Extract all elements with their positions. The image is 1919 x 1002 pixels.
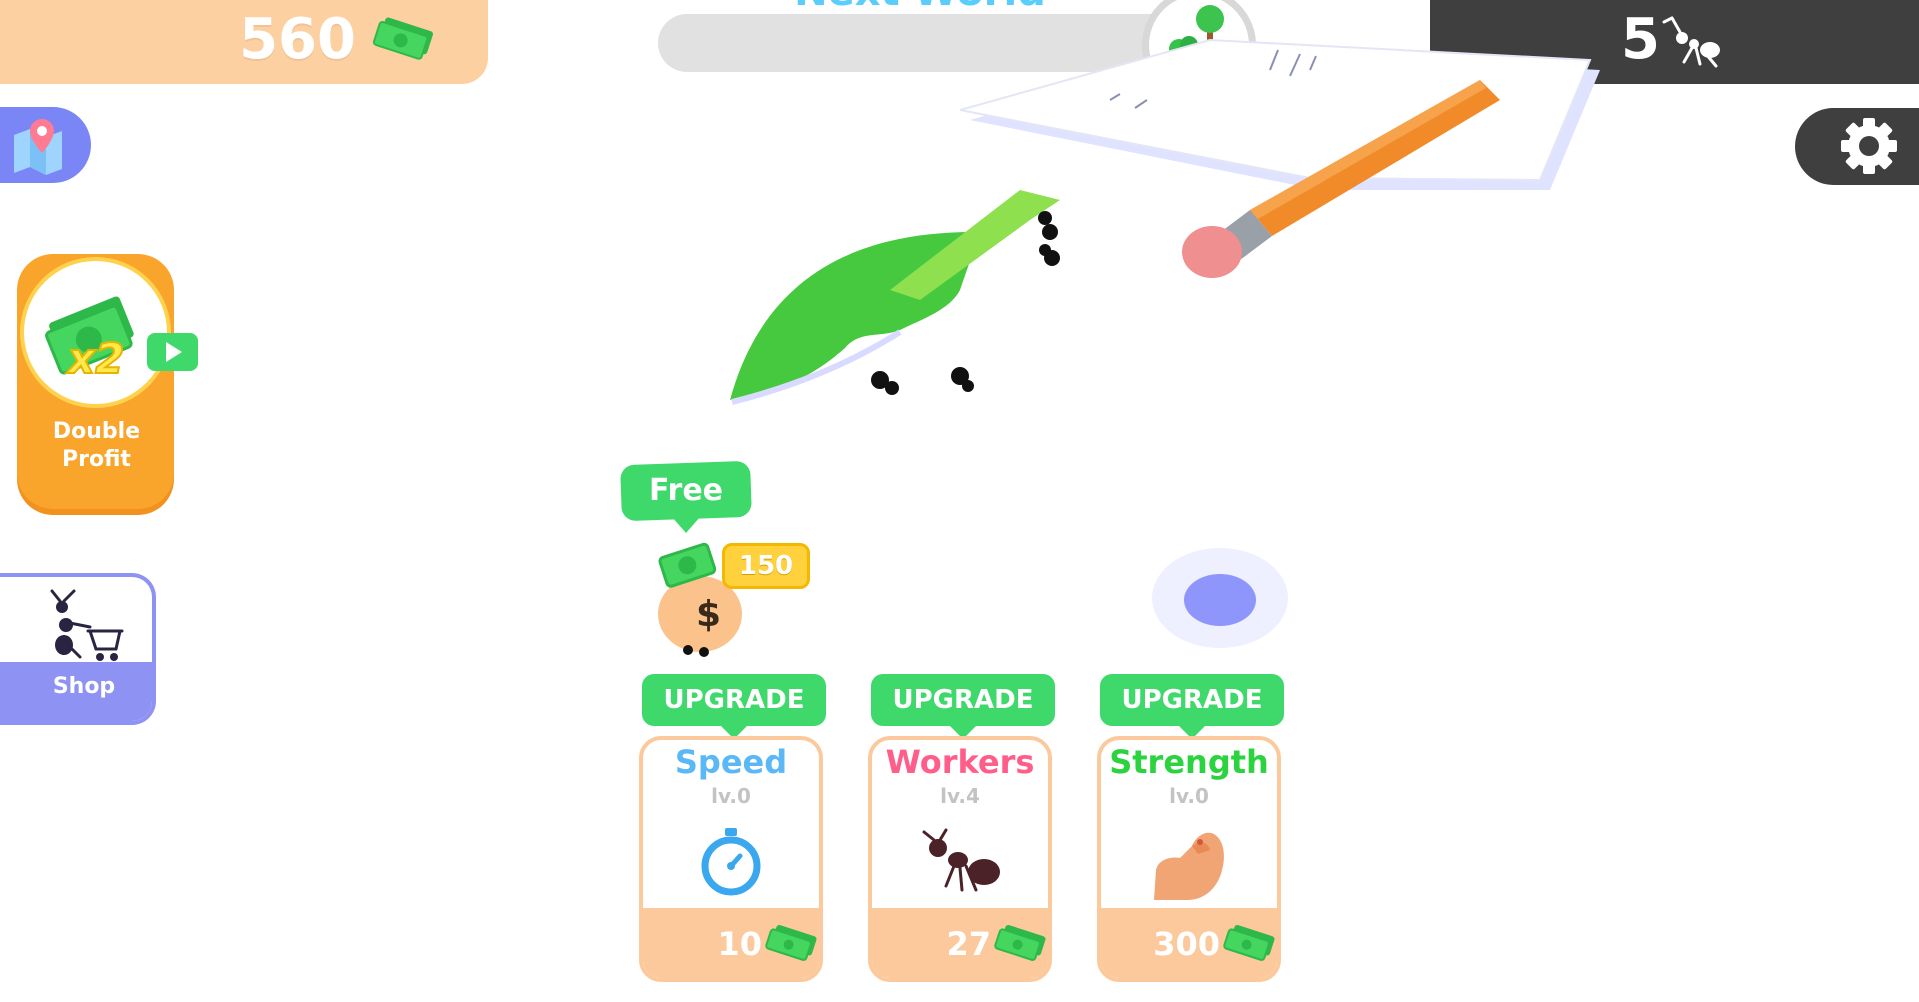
workers-price: 27 <box>946 925 991 963</box>
strength-level: lv.0 <box>1169 784 1209 808</box>
ant-cart-icon <box>50 589 124 661</box>
leaf <box>730 190 1060 405</box>
flexed-arm-icon <box>1154 832 1224 900</box>
free-label: Free <box>648 473 724 508</box>
next-world-label: Next World <box>770 0 1070 14</box>
play-icon <box>166 342 182 362</box>
svg-text:$: $ <box>696 594 721 635</box>
workers-level: lv.4 <box>940 784 980 808</box>
double-profit-multiplier: x2 <box>67 333 125 384</box>
cash-icon <box>994 924 1046 961</box>
free-bubble-pointer <box>672 517 700 533</box>
workers-upgrade-button[interactable]: UPGRADE <box>871 674 1055 726</box>
cash-icon <box>1223 924 1275 961</box>
strength-upgrade-button[interactable]: UPGRADE <box>1100 674 1284 726</box>
settings-button[interactable] <box>1795 108 1919 185</box>
pencil <box>1182 80 1500 278</box>
workers-title: Workers <box>885 743 1035 781</box>
shop-label: Shop <box>52 674 116 699</box>
speed-title: Speed <box>674 743 788 781</box>
stopwatch-icon <box>701 828 761 896</box>
ant-icon <box>922 828 1000 892</box>
gear-icon <box>1841 118 1897 174</box>
watch-ad-badge <box>147 333 198 371</box>
double-profit-label: Double Profit <box>52 419 141 472</box>
speed-upgrade-button[interactable]: UPGRADE <box>642 674 826 726</box>
speed-level: lv.0 <box>711 784 751 808</box>
strength-title: Strength <box>1109 743 1269 781</box>
cash-icon <box>765 924 817 961</box>
cash-icon <box>372 17 433 60</box>
bag-reward-value: 150 <box>738 551 794 581</box>
strength-price: 300 <box>1153 925 1220 963</box>
map-pin-icon <box>14 119 62 175</box>
speed-price: 10 <box>717 925 762 963</box>
map-button[interactable] <box>0 107 91 183</box>
money-value: 560 <box>239 7 356 72</box>
ant-hole <box>1152 548 1288 648</box>
ant-icon <box>1662 16 1720 68</box>
